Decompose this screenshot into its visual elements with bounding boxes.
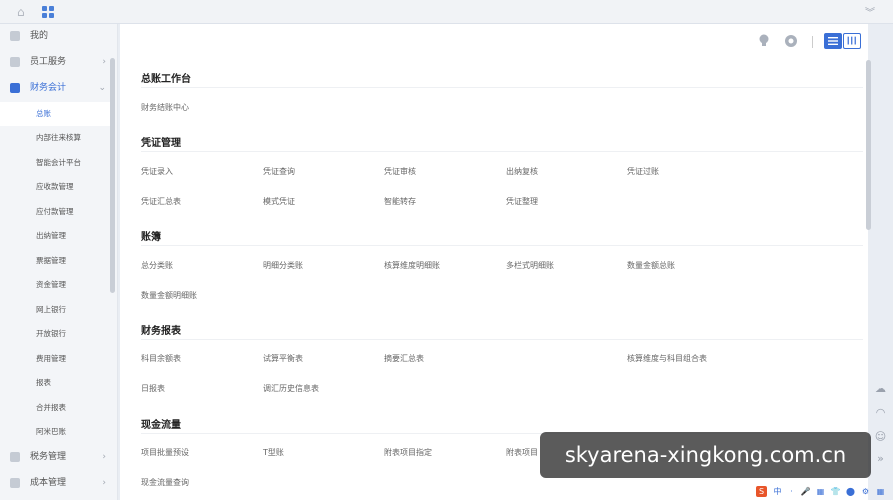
sidebar-item[interactable]: 合并报表 <box>0 396 112 420</box>
menu-link[interactable]: T型账 <box>263 447 284 458</box>
menu-link[interactable]: 核算维度明细账 <box>384 260 440 271</box>
section-title: 总账工作台 <box>141 74 191 85</box>
menu-link[interactable]: 科目余额表 <box>141 353 181 364</box>
lightbulb-icon[interactable] <box>758 34 770 48</box>
list-view-icon[interactable] <box>824 33 842 49</box>
microphone-icon[interactable]: 🎤 <box>800 486 811 497</box>
sidebar-item[interactable]: 应付款管理 <box>0 200 112 224</box>
section-title: 现金流量 <box>141 420 181 431</box>
cloud-icon[interactable]: ☁ <box>874 382 887 395</box>
menu-link[interactable]: 现金流量查询 <box>141 477 189 488</box>
menu-link[interactable]: 数量金额总账 <box>627 260 675 271</box>
main-panel: 总账工作台 财务结账中心 凭证管理 凭证录入 凭证查询 凭证审核 出纳复核 凭证… <box>120 24 868 500</box>
chevron-right-icon: › <box>102 57 106 67</box>
sidebar-item[interactable]: 报表 <box>0 371 112 395</box>
menu-link[interactable]: 明细分类账 <box>263 260 303 271</box>
chevron-down-icon: ⌄ <box>98 83 106 93</box>
menu-link[interactable]: 出纳复核 <box>506 166 538 177</box>
sidebar-item[interactable]: 阿米巴账 <box>0 420 112 444</box>
toolbar-divider <box>812 36 813 48</box>
top-bar: ⌂ ︾ <box>0 0 893 24</box>
menu-link[interactable]: 附表项目 <box>506 447 538 458</box>
skin-icon[interactable]: 👕 <box>830 486 841 497</box>
menu-link[interactable]: 摘要汇总表 <box>384 353 424 364</box>
keyboard-icon[interactable]: ▦ <box>815 486 826 497</box>
system-tray: S 中 · 🎤 ▦ 👕 ⬤ ⚙ ▦ <box>752 484 893 500</box>
sidebar: 我的 员工服务 › 财务会计 ⌄ 总账 内部往来核算 智能会计平台 应收款管理 … <box>0 24 118 500</box>
collapse-icon[interactable]: ︾ <box>865 4 875 19</box>
sidebar-item[interactable]: 应收款管理 <box>0 175 112 199</box>
right-rail: ☁ ◠ ☺ » <box>868 374 893 474</box>
menu-link[interactable]: 项目批量预设 <box>141 447 189 458</box>
menu-link[interactable]: 模式凭证 <box>263 196 295 207</box>
finance-icon <box>10 83 20 93</box>
sidebar-item[interactable]: 票据管理 <box>0 249 112 273</box>
sidebar-item-general-ledger[interactable]: 总账 <box>0 102 112 126</box>
toolbar <box>748 24 868 56</box>
menu-link[interactable]: 数量金额明细账 <box>141 290 197 301</box>
user-icon <box>10 31 20 41</box>
headset-icon[interactable]: ◠ <box>874 406 887 419</box>
sidebar-item[interactable]: 网上银行 <box>0 298 112 322</box>
sidebar-group-label: 我的 <box>30 31 49 41</box>
menu-link[interactable]: 试算平衡表 <box>263 353 303 364</box>
toggle-icon[interactable]: ⬤ <box>845 486 856 497</box>
ime-chinese-icon[interactable]: 中 <box>772 486 783 497</box>
sidebar-item[interactable]: 智能会计平台 <box>0 151 112 175</box>
smile-icon[interactable]: ☺ <box>874 430 887 443</box>
cost-icon <box>10 478 20 488</box>
sidebar-scrollbar[interactable] <box>110 58 115 293</box>
home-icon[interactable]: ⌂ <box>17 6 29 18</box>
sidebar-group-mine[interactable]: 我的 <box>0 24 112 48</box>
menu-link[interactable]: 日报表 <box>141 383 165 394</box>
sidebar-group-cost[interactable]: 成本管理 › <box>0 471 112 495</box>
sidebar-item[interactable]: 资金管理 <box>0 273 112 297</box>
expand-icon[interactable]: » <box>874 452 887 465</box>
menu-link[interactable]: 调汇历史信息表 <box>263 383 319 394</box>
chevron-right-icon: › <box>102 452 106 462</box>
sidebar-item[interactable]: 内部往来核算 <box>0 126 112 150</box>
column-view-icon[interactable] <box>843 33 861 49</box>
tax-icon <box>10 452 20 462</box>
section-title: 凭证管理 <box>141 138 181 149</box>
sidebar-group-label: 成本管理 <box>30 478 67 488</box>
sidebar-group-finance[interactable]: 财务会计 ⌄ <box>0 76 112 100</box>
chevron-right-icon: › <box>102 478 106 488</box>
sidebar-item[interactable]: 开放银行 <box>0 322 112 346</box>
menu-link[interactable]: 凭证审核 <box>384 166 416 177</box>
section-divider <box>141 245 863 246</box>
settings-tray-icon[interactable]: ⚙ <box>860 486 871 497</box>
sidebar-group-tax[interactable]: 税务管理 › <box>0 445 112 469</box>
sidebar-group-label: 财务会计 <box>30 83 67 93</box>
gear-icon[interactable] <box>783 33 799 49</box>
menu-link[interactable]: 附表项目指定 <box>384 447 432 458</box>
staff-icon <box>10 57 20 67</box>
section-divider <box>141 339 863 340</box>
menu-link[interactable]: 多栏式明细账 <box>506 260 554 271</box>
section-title: 账簿 <box>141 232 161 243</box>
punctuation-icon[interactable]: · <box>786 486 797 497</box>
watermark-banner: skyarena-xingkong.com.cn <box>540 432 871 478</box>
menu-link[interactable]: 凭证录入 <box>141 166 173 177</box>
section-divider <box>141 87 863 88</box>
section-divider <box>141 151 863 152</box>
ime-logo-icon[interactable]: S <box>756 486 767 497</box>
menu-link[interactable]: 凭证整理 <box>506 196 538 207</box>
menu-link[interactable]: 智能转存 <box>384 196 416 207</box>
sidebar-item[interactable]: 费用管理 <box>0 347 112 371</box>
grid-apps-icon[interactable] <box>42 6 54 18</box>
toolbox-icon[interactable]: ▦ <box>875 486 886 497</box>
menu-link[interactable]: 凭证过账 <box>627 166 659 177</box>
sidebar-group-label: 税务管理 <box>30 452 67 462</box>
menu-link[interactable]: 凭证汇总表 <box>141 196 181 207</box>
menu-link[interactable]: 凭证查询 <box>263 166 295 177</box>
menu-link[interactable]: 财务结账中心 <box>141 102 189 113</box>
main-scrollbar[interactable] <box>866 60 871 230</box>
sidebar-group-staff[interactable]: 员工服务 › <box>0 50 112 74</box>
menu-link[interactable]: 总分类账 <box>141 260 173 271</box>
section-title: 财务报表 <box>141 326 181 337</box>
sidebar-group-label: 员工服务 <box>30 57 67 67</box>
sidebar-item[interactable]: 出纳管理 <box>0 224 112 248</box>
menu-link[interactable]: 核算维度与科目组合表 <box>627 353 707 364</box>
